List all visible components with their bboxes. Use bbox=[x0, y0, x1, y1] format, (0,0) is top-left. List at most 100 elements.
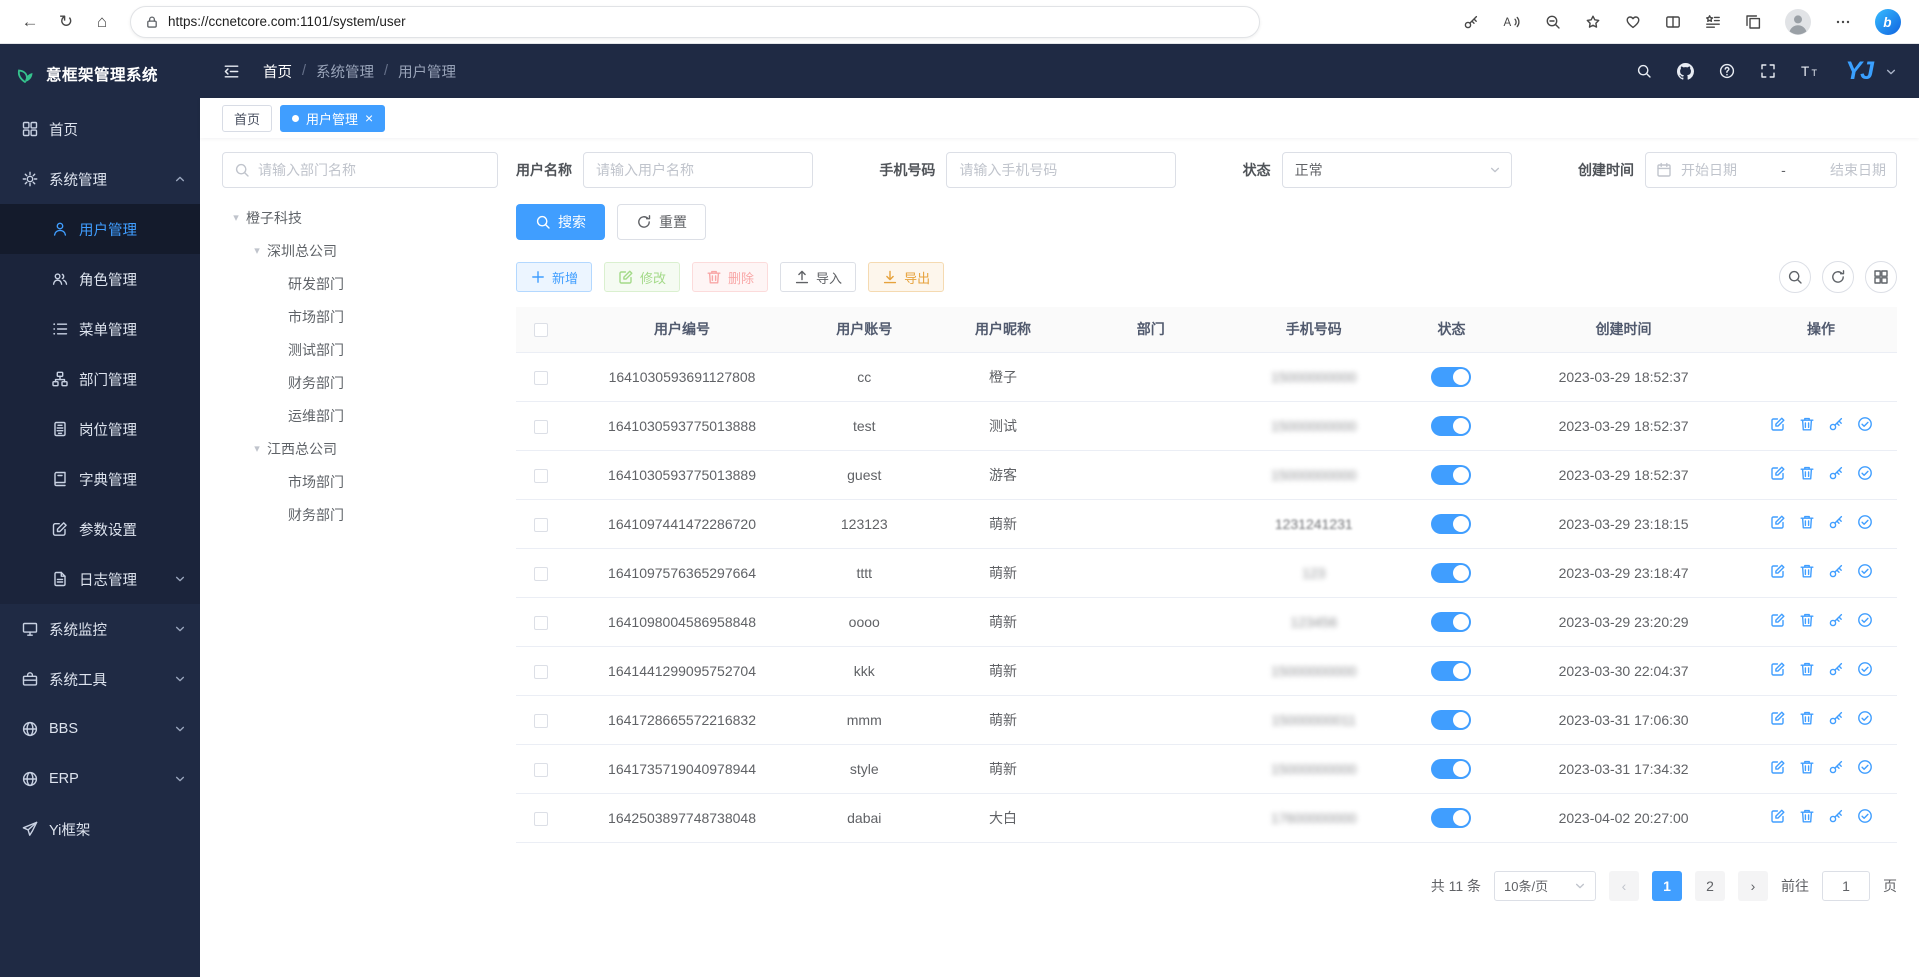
page-button-1[interactable]: 1 bbox=[1652, 871, 1682, 901]
status-toggle[interactable] bbox=[1431, 710, 1471, 730]
search-button[interactable]: 搜索 bbox=[516, 204, 605, 240]
row-reset-password-button[interactable] bbox=[1828, 563, 1844, 579]
select-all-checkbox[interactable] bbox=[534, 323, 548, 337]
font-size-icon[interactable]: TT bbox=[1801, 63, 1820, 79]
tree-node[interactable]: 市场部门 bbox=[222, 300, 498, 333]
sidebar-collapse-icon[interactable] bbox=[222, 63, 241, 80]
page-size-select[interactable]: 10条/页 bbox=[1494, 871, 1596, 901]
tree-node[interactable]: 财务部门 bbox=[222, 366, 498, 399]
export-button[interactable]: 导出 bbox=[868, 262, 944, 292]
sidebar-item-erp[interactable]: ERP bbox=[0, 754, 200, 804]
browser-home-button[interactable]: ⌂ bbox=[86, 6, 118, 38]
browser-menu-icon[interactable] bbox=[1835, 14, 1851, 30]
lock-icon[interactable] bbox=[145, 15, 159, 29]
goto-page-input[interactable] bbox=[1822, 871, 1870, 901]
row-assign-role-button[interactable] bbox=[1857, 759, 1873, 775]
favorites-add-icon[interactable] bbox=[1585, 14, 1601, 30]
sidebar-item-dept[interactable]: 部门管理 bbox=[0, 354, 200, 404]
row-delete-button[interactable] bbox=[1799, 416, 1815, 432]
sidebar-item-bbs[interactable]: BBS bbox=[0, 704, 200, 754]
tab-close-icon[interactable]: × bbox=[365, 111, 373, 125]
row-assign-role-button[interactable] bbox=[1857, 710, 1873, 726]
next-page-button[interactable]: › bbox=[1738, 871, 1768, 901]
dept-search-input[interactable] bbox=[258, 162, 486, 178]
status-toggle[interactable] bbox=[1431, 563, 1471, 583]
fullscreen-icon[interactable] bbox=[1760, 63, 1776, 79]
help-icon[interactable] bbox=[1719, 63, 1735, 79]
breadcrumb-item-system[interactable]: 系统管理 bbox=[316, 61, 374, 82]
browser-refresh-button[interactable]: ↻ bbox=[50, 6, 82, 38]
column-settings-button[interactable] bbox=[1865, 261, 1897, 293]
row-edit-button[interactable] bbox=[1770, 710, 1786, 726]
reset-button[interactable]: 重置 bbox=[617, 204, 706, 240]
row-edit-button[interactable] bbox=[1770, 514, 1786, 530]
edit-button[interactable]: 修改 bbox=[604, 262, 680, 292]
row-delete-button[interactable] bbox=[1799, 465, 1815, 481]
row-edit-button[interactable] bbox=[1770, 612, 1786, 628]
username-input[interactable] bbox=[583, 152, 813, 188]
breadcrumb-item-user[interactable]: 用户管理 bbox=[398, 61, 456, 82]
browser-essentials-icon[interactable] bbox=[1625, 14, 1641, 30]
row-delete-button[interactable] bbox=[1799, 661, 1815, 677]
row-edit-button[interactable] bbox=[1770, 808, 1786, 824]
row-reset-password-button[interactable] bbox=[1828, 759, 1844, 775]
row-delete-button[interactable] bbox=[1799, 759, 1815, 775]
row-reset-password-button[interactable] bbox=[1828, 710, 1844, 726]
row-edit-button[interactable] bbox=[1770, 465, 1786, 481]
row-checkbox[interactable] bbox=[534, 616, 548, 630]
row-checkbox[interactable] bbox=[534, 420, 548, 434]
row-delete-button[interactable] bbox=[1799, 514, 1815, 530]
browser-back-button[interactable]: ← bbox=[14, 6, 46, 38]
sidebar-item-log[interactable]: 日志管理 bbox=[0, 554, 200, 604]
row-checkbox[interactable] bbox=[534, 518, 548, 532]
sidebar-item-param[interactable]: 参数设置 bbox=[0, 504, 200, 554]
row-reset-password-button[interactable] bbox=[1828, 416, 1844, 432]
row-assign-role-button[interactable] bbox=[1857, 612, 1873, 628]
row-assign-role-button[interactable] bbox=[1857, 563, 1873, 579]
status-toggle[interactable] bbox=[1431, 367, 1471, 387]
status-toggle[interactable] bbox=[1431, 661, 1471, 681]
row-delete-button[interactable] bbox=[1799, 612, 1815, 628]
tab-user-management[interactable]: 用户管理 × bbox=[280, 105, 385, 132]
status-toggle[interactable] bbox=[1431, 808, 1471, 828]
sidebar-item-role[interactable]: 角色管理 bbox=[0, 254, 200, 304]
row-edit-button[interactable] bbox=[1770, 759, 1786, 775]
row-checkbox[interactable] bbox=[534, 714, 548, 728]
tree-node[interactable]: 测试部门 bbox=[222, 333, 498, 366]
row-reset-password-button[interactable] bbox=[1828, 661, 1844, 677]
row-checkbox[interactable] bbox=[534, 763, 548, 777]
row-assign-role-button[interactable] bbox=[1857, 465, 1873, 481]
tree-node[interactable]: 研发部门 bbox=[222, 267, 498, 300]
sidebar-item-system[interactable]: 系统管理 bbox=[0, 154, 200, 204]
toggle-search-button[interactable] bbox=[1779, 261, 1811, 293]
row-checkbox[interactable] bbox=[534, 371, 548, 385]
row-checkbox[interactable] bbox=[534, 665, 548, 679]
row-checkbox[interactable] bbox=[534, 567, 548, 581]
bing-copilot-icon[interactable]: b bbox=[1875, 9, 1901, 35]
date-range-picker[interactable]: 开始日期 - 结束日期 bbox=[1645, 152, 1897, 188]
sidebar-item-yi[interactable]: Yi框架 bbox=[0, 804, 200, 854]
row-reset-password-button[interactable] bbox=[1828, 612, 1844, 628]
tab-home[interactable]: 首页 bbox=[222, 105, 272, 132]
row-reset-password-button[interactable] bbox=[1828, 465, 1844, 481]
page-button-2[interactable]: 2 bbox=[1695, 871, 1725, 901]
row-edit-button[interactable] bbox=[1770, 661, 1786, 677]
user-menu-caret-icon[interactable] bbox=[1885, 66, 1897, 86]
sidebar-item-menu[interactable]: 菜单管理 bbox=[0, 304, 200, 354]
tree-node[interactable]: 运维部门 bbox=[222, 399, 498, 432]
row-delete-button[interactable] bbox=[1799, 563, 1815, 579]
user-avatar-logo[interactable]: YJ bbox=[1845, 57, 1872, 86]
zoom-icon[interactable] bbox=[1545, 14, 1561, 30]
row-checkbox[interactable] bbox=[534, 812, 548, 826]
collections-icon[interactable] bbox=[1745, 14, 1761, 30]
delete-button[interactable]: 删除 bbox=[692, 262, 768, 292]
refresh-table-button[interactable] bbox=[1822, 261, 1854, 293]
status-toggle[interactable] bbox=[1431, 612, 1471, 632]
status-toggle[interactable] bbox=[1431, 465, 1471, 485]
status-toggle[interactable] bbox=[1431, 759, 1471, 779]
browser-url-bar[interactable]: https://ccnetcore.com:1101/system/user bbox=[130, 6, 1260, 38]
sidebar-item-home[interactable]: 首页 bbox=[0, 104, 200, 154]
row-assign-role-button[interactable] bbox=[1857, 661, 1873, 677]
prev-page-button[interactable]: ‹ bbox=[1609, 871, 1639, 901]
row-edit-button[interactable] bbox=[1770, 563, 1786, 579]
